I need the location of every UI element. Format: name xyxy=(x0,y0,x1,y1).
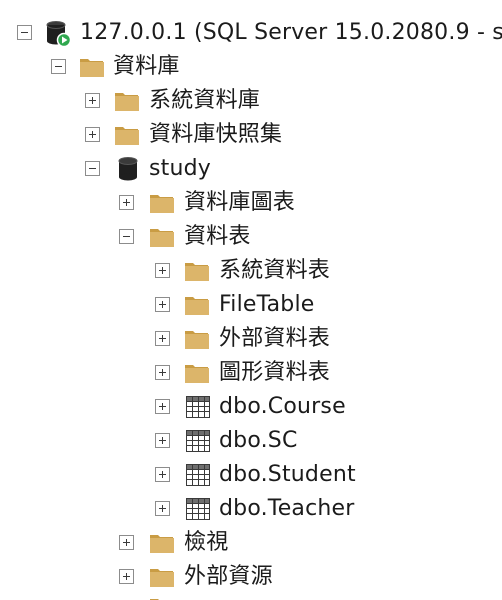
folder-icon xyxy=(149,226,175,248)
expand-toggle[interactable] xyxy=(155,399,170,414)
expand-toggle[interactable] xyxy=(155,467,170,482)
expand-toggle[interactable] xyxy=(155,297,170,312)
views-label: 檢視 xyxy=(184,530,229,555)
tree-node-system-tables[interactable]: 系統資料表 xyxy=(0,254,360,288)
folder-icon xyxy=(149,566,175,588)
tree-node-filetable[interactable]: FileTable xyxy=(0,288,340,322)
table-icon xyxy=(186,498,210,520)
expand-toggle[interactable] xyxy=(155,433,170,448)
expand-toggle[interactable] xyxy=(85,93,100,108)
expand-toggle[interactable] xyxy=(85,127,100,142)
expand-toggle[interactable] xyxy=(155,365,170,380)
folder-icon xyxy=(184,362,210,384)
tree-node-snapshots[interactable]: 資料庫快照集 xyxy=(0,118,320,152)
tree-node-student-table[interactable]: dbo.Student xyxy=(0,458,380,492)
snapshots-label: 資料庫快照集 xyxy=(149,122,283,147)
server-connected-icon xyxy=(45,20,72,48)
external-tables-label: 外部資料表 xyxy=(219,326,331,351)
collapse-toggle[interactable] xyxy=(51,59,66,74)
table-icon xyxy=(186,396,210,418)
folder-icon xyxy=(184,260,210,282)
system-databases-label: 系統資料庫 xyxy=(149,88,261,113)
graph-tables-label: 圖形資料表 xyxy=(219,360,331,385)
tree-node-external-resources[interactable]: 外部資源 xyxy=(0,560,320,594)
tree-node-teacher-table[interactable]: dbo.Teacher xyxy=(0,492,380,526)
sc-table-label: dbo.SC xyxy=(219,428,298,453)
tree-node-partial[interactable] xyxy=(0,592,300,600)
folder-icon xyxy=(114,124,140,146)
external-resources-label: 外部資源 xyxy=(184,564,273,589)
database-icon xyxy=(117,156,139,182)
folder-icon xyxy=(149,596,175,600)
expand-toggle[interactable] xyxy=(119,569,134,584)
diagrams-label: 資料庫圖表 xyxy=(184,190,296,215)
tree-node-graph-tables[interactable]: 圖形資料表 xyxy=(0,356,360,390)
study-label: study xyxy=(149,156,212,181)
student-table-label: dbo.Student xyxy=(219,462,356,487)
folder-icon xyxy=(149,532,175,554)
folder-icon xyxy=(184,294,210,316)
expand-toggle[interactable] xyxy=(155,501,170,516)
tree-node-views[interactable]: 檢視 xyxy=(0,526,300,560)
expand-toggle[interactable] xyxy=(155,331,170,346)
databases-folder-label: 資料庫 xyxy=(113,54,180,79)
collapse-toggle[interactable] xyxy=(119,229,134,244)
collapse-toggle[interactable] xyxy=(17,25,32,40)
system-tables-label: 系統資料表 xyxy=(219,258,331,283)
course-table-label: dbo.Course xyxy=(219,394,346,419)
tree-node-tables[interactable]: 資料表 xyxy=(0,220,300,254)
filetable-label: FileTable xyxy=(219,292,315,317)
expand-toggle[interactable] xyxy=(119,535,134,550)
folder-icon xyxy=(184,328,210,350)
folder-icon xyxy=(149,192,175,214)
tree-node-databases[interactable]: 資料庫 xyxy=(0,50,260,84)
folder-icon xyxy=(114,90,140,112)
tree-node-course-table[interactable]: dbo.Course xyxy=(0,390,370,424)
tables-folder-label: 資料表 xyxy=(184,224,251,249)
tree-node-study[interactable]: study xyxy=(0,152,260,186)
object-explorer-tree: 127.0.0.1 (SQL Server 15.0.2080.9 - sa 資… xyxy=(0,0,502,600)
collapse-toggle[interactable] xyxy=(85,161,100,176)
tree-node-diagrams[interactable]: 資料庫圖表 xyxy=(0,186,340,220)
tree-node-server[interactable]: 127.0.0.1 (SQL Server 15.0.2080.9 - sa xyxy=(0,16,502,50)
tree-node-system-databases[interactable]: 系統資料庫 xyxy=(0,84,300,118)
tree-node-sc-table[interactable]: dbo.SC xyxy=(0,424,320,458)
table-icon xyxy=(186,464,210,486)
teacher-table-label: dbo.Teacher xyxy=(219,496,355,521)
tree-node-external-tables[interactable]: 外部資料表 xyxy=(0,322,360,356)
server-label: 127.0.0.1 (SQL Server 15.0.2080.9 - sa xyxy=(80,20,502,45)
table-icon xyxy=(186,430,210,452)
expand-toggle[interactable] xyxy=(119,195,134,210)
expand-toggle[interactable] xyxy=(155,263,170,278)
folder-icon xyxy=(79,56,105,78)
